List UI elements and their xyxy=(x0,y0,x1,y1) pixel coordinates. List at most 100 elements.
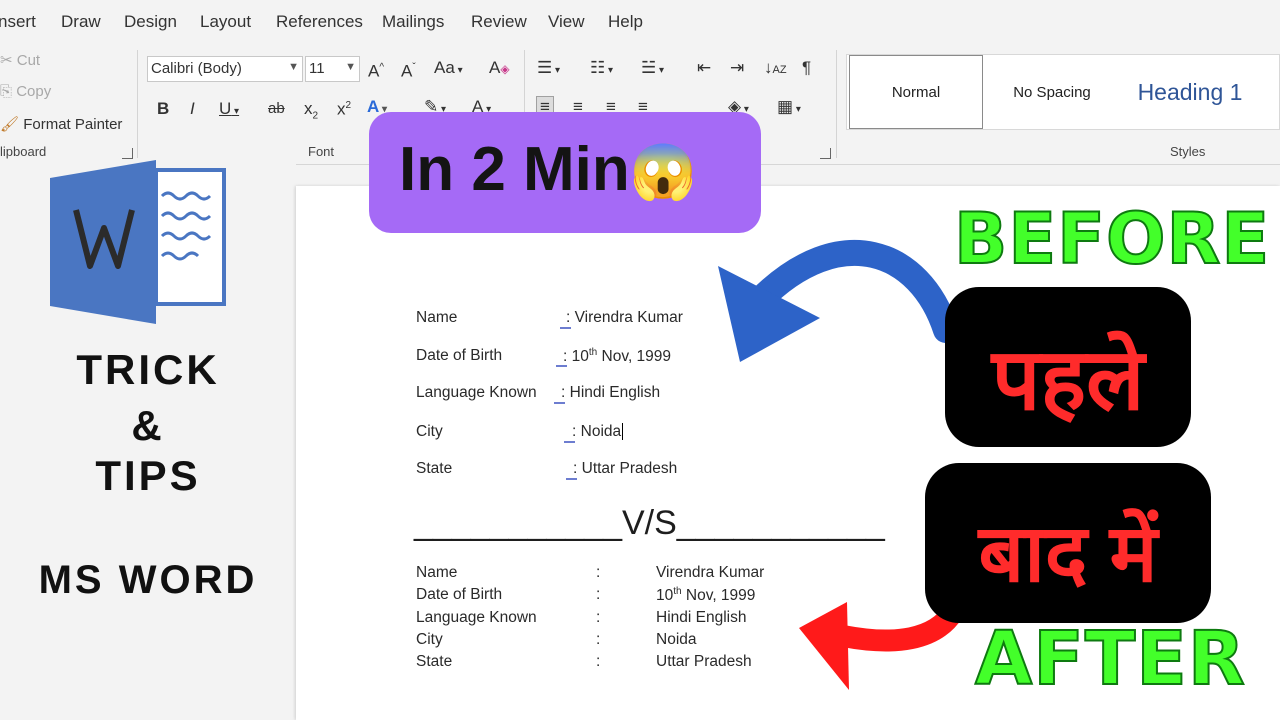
before-state-label: State xyxy=(416,460,453,477)
style-no-spacing[interactable]: No Spacing xyxy=(985,55,1119,129)
styles-group-label: Styles xyxy=(1170,144,1206,159)
pilcrow-icon[interactable]: ¶ xyxy=(802,58,811,78)
text-cursor xyxy=(622,423,624,440)
chevron-down-icon: ▼ xyxy=(345,61,356,73)
style-heading-1[interactable]: Heading 1 xyxy=(1123,55,1257,129)
value-text: Noida xyxy=(580,423,622,440)
colon: : xyxy=(563,348,568,366)
superscript-text: th xyxy=(673,586,682,597)
paintbrush-icon: 🖌 xyxy=(0,116,20,133)
shrink-font-icon[interactable]: Aˇ xyxy=(401,58,416,82)
value-text: Nov, 1999 xyxy=(681,587,756,605)
value-text: Virendra Kumar xyxy=(574,309,683,326)
tab-leader-mark xyxy=(554,402,565,404)
tab-design[interactable]: Design xyxy=(124,12,177,32)
before-language-label: Language Known xyxy=(416,384,537,401)
multilevel-list-icon[interactable]: ☱ ▾ xyxy=(641,58,664,81)
trick-text: TRICK xyxy=(76,346,220,393)
numbering-icon[interactable]: ☷ ▾ xyxy=(590,58,613,81)
before-dob-value: : 10th Nov, 1999 xyxy=(563,347,671,366)
style-normal-label: Normal xyxy=(891,83,941,101)
value-text: Hindi English xyxy=(569,384,661,401)
cut-button[interactable]: ✂ Cut xyxy=(0,51,40,69)
copy-button[interactable]: ⎘ Copy xyxy=(0,83,51,100)
before-hindi-text: पहले xyxy=(991,332,1145,428)
shocked-face-icon: 😱 xyxy=(629,142,698,202)
colon: : xyxy=(561,384,566,401)
after-name-label: Name xyxy=(416,564,458,581)
bullets-icon[interactable]: ☰ ▾ xyxy=(537,58,560,81)
colon: : xyxy=(573,460,578,477)
before-state-value: : Uttar Pradesh xyxy=(573,460,677,478)
divider xyxy=(137,50,138,158)
value-text: 10 xyxy=(571,348,589,366)
italic-icon[interactable]: I xyxy=(190,99,195,119)
font-family-value: Calibri (Body) xyxy=(151,60,242,77)
superscript-text: th xyxy=(588,347,598,358)
paragraph-launcher-icon[interactable] xyxy=(820,148,831,159)
tab-leader-mark xyxy=(566,478,577,480)
value-text: Nov, 1999 xyxy=(597,348,672,366)
before-language-value: : Hindi English xyxy=(561,384,660,402)
tab-layout[interactable]: Layout xyxy=(200,12,251,32)
after-city-label: City xyxy=(416,631,443,648)
copy-label: Copy xyxy=(16,83,52,100)
decrease-indent-icon[interactable]: ⇤ xyxy=(697,58,711,78)
cut-label: Cut xyxy=(16,52,41,69)
before-city-value: : Noida xyxy=(572,423,624,441)
after-language-label: Language Known xyxy=(416,609,537,626)
after-label: AFTER xyxy=(974,615,1246,703)
strikethrough-icon[interactable]: ab xyxy=(268,99,285,119)
styles-gallery: Normal No Spacing Heading 1 xyxy=(846,54,1280,130)
font-family-select[interactable]: Calibri (Body) ▼ xyxy=(147,56,303,82)
clear-formatting-icon[interactable]: A◈ xyxy=(489,58,510,79)
superscript-icon[interactable]: x2 xyxy=(337,96,351,120)
tab-insert[interactable]: nsert xyxy=(0,12,36,32)
sort-icon[interactable]: ↓AZ xyxy=(764,58,787,80)
font-size-select[interactable]: 11 ▼ xyxy=(305,56,360,82)
format-painter-label: Format Painter xyxy=(23,116,123,133)
tab-references[interactable]: References xyxy=(276,12,363,32)
after-language-value: Hindi English xyxy=(656,609,747,626)
thumbnail-left-panel: TRICK & TIPS MS WORD xyxy=(0,160,296,720)
ms-word-text: MS WORD xyxy=(38,558,258,602)
after-dob-label: Date of Birth xyxy=(416,586,503,603)
tips-text: TIPS xyxy=(95,452,201,499)
tab-view[interactable]: View xyxy=(548,12,585,32)
chevron-down-icon: ▼ xyxy=(288,61,299,73)
after-state-value: Uttar Pradesh xyxy=(656,653,752,670)
increase-indent-icon[interactable]: ⇥ xyxy=(730,58,744,78)
clipboard-group-label: lipboard xyxy=(0,144,47,159)
font-group-label: Font xyxy=(308,144,335,159)
borders-icon[interactable]: ▦ ▾ xyxy=(777,97,801,120)
value-text: 10 xyxy=(656,587,674,605)
tab-draw[interactable]: Draw xyxy=(61,12,101,32)
tab-leader-mark xyxy=(564,441,575,443)
bold-icon[interactable]: B xyxy=(157,99,169,119)
subscript-icon[interactable]: x2 xyxy=(304,99,318,126)
badge-label: In 2 Min😱 xyxy=(399,134,697,205)
after-colon: : xyxy=(596,609,601,626)
after-state-label: State xyxy=(416,653,453,670)
divider xyxy=(836,50,837,158)
change-case-icon[interactable]: Aa ▾ xyxy=(434,58,463,81)
format-painter-button[interactable]: 🖌 Format Painter xyxy=(0,115,122,133)
before-name-value: : Virendra Kumar xyxy=(566,309,683,327)
tab-mailings[interactable]: Mailings xyxy=(382,12,444,32)
time-badge: In 2 Min😱 xyxy=(369,112,761,233)
ms-word-logo-icon xyxy=(50,160,226,324)
before-dob-label: Date of Birth xyxy=(416,347,503,364)
tab-review[interactable]: Review xyxy=(471,12,527,32)
colon: : xyxy=(572,423,577,440)
before-label: BEFORE xyxy=(953,197,1271,281)
badge-text: In 2 Min xyxy=(399,135,630,204)
vs-divider: ___________V/S___________ xyxy=(414,504,885,542)
grow-font-icon[interactable]: A^ xyxy=(368,58,384,82)
underline-icon[interactable]: U ▾ xyxy=(219,99,239,122)
tab-help[interactable]: Help xyxy=(608,12,643,32)
font-size-value: 11 xyxy=(309,60,325,77)
style-heading-1-label: Heading 1 xyxy=(1137,78,1243,105)
after-colon: : xyxy=(596,564,601,581)
style-normal[interactable]: Normal xyxy=(849,55,983,129)
copy-icon: ⎘ xyxy=(0,83,13,100)
